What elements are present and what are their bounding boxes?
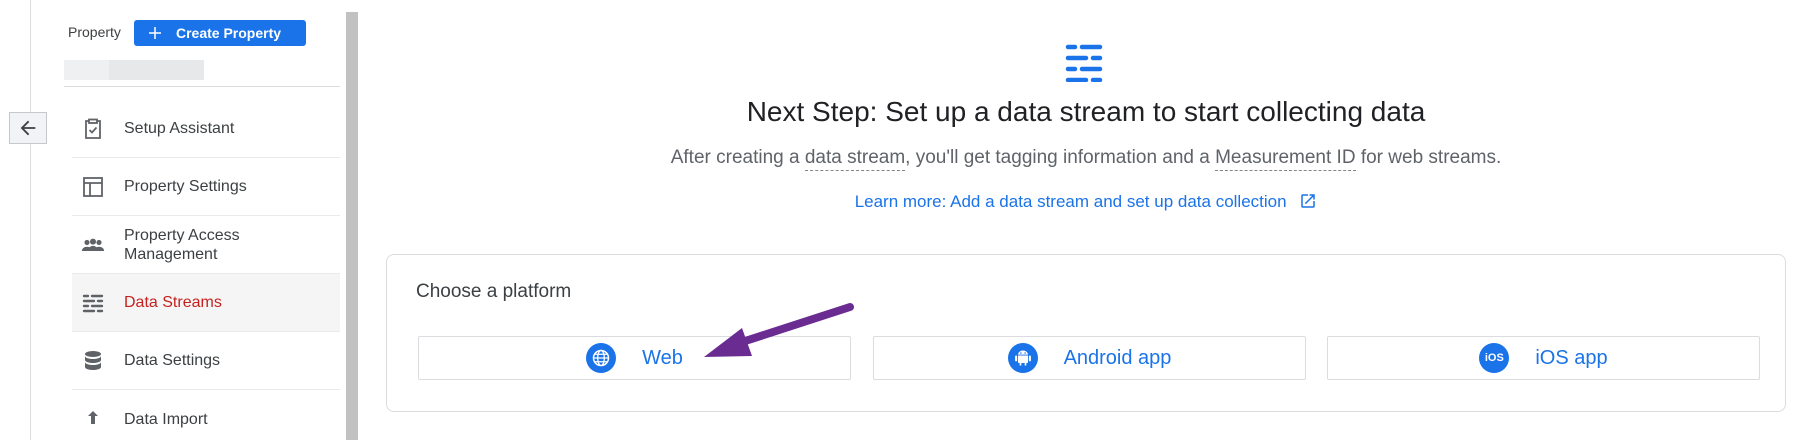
ios-platform-button[interactable]: iOS iOS app: [1327, 336, 1760, 380]
left-rail-divider: [30, 0, 31, 440]
nav-item-data-settings[interactable]: Data Settings: [72, 332, 340, 390]
nav-item-setup-assistant[interactable]: Setup Assistant: [72, 100, 340, 158]
nav-item-label: Data Streams: [124, 294, 222, 311]
page-title: Next Step: Set up a data stream to start…: [746, 96, 1426, 127]
platform-card: [386, 254, 1786, 412]
nav-item-label: Property Settings: [124, 178, 247, 195]
android-platform-button[interactable]: Android app: [873, 336, 1306, 380]
annotation-arrow: [704, 303, 854, 357]
page-subtitle: After creating a data stream, you'll get…: [384, 147, 1788, 171]
nav-item-label: Data Import: [124, 410, 208, 428]
database-icon: [81, 349, 105, 373]
nav-item-label: Property Access Management: [124, 226, 240, 263]
nav-item-property-settings[interactable]: Property Settings: [72, 158, 340, 216]
nav-item-data-streams[interactable]: Data Streams: [72, 274, 340, 332]
plus-icon: [149, 27, 161, 39]
nav-item-label: Setup Assistant: [124, 120, 235, 137]
property-label: Property: [68, 24, 121, 40]
data-stream-term[interactable]: data stream: [804, 147, 906, 171]
sidebar-divider: [64, 86, 340, 87]
nav-item-data-import[interactable]: Data Import: [72, 390, 340, 440]
people-icon: [81, 233, 105, 257]
subtitle-text: for web streams.: [1355, 147, 1502, 168]
nav-item-property-access-management[interactable]: Property Access Management: [72, 216, 340, 274]
arrow-left-icon: [20, 120, 36, 136]
create-property-button[interactable]: Create Property: [134, 20, 306, 46]
sidebar-scrollbar[interactable]: [346, 12, 358, 440]
globe-icon: [586, 343, 617, 373]
property-selector-placeholder[interactable]: [64, 60, 204, 80]
platform-card-title: Choose a platform: [416, 281, 572, 302]
create-property-label: Create Property: [176, 25, 282, 41]
back-button[interactable]: [9, 112, 47, 144]
android-icon: [1007, 343, 1038, 373]
data-streams-icon: [1065, 44, 1103, 82]
learn-more-label: Learn more: Add a data stream and set up…: [854, 192, 1287, 211]
layout-icon: [81, 175, 105, 199]
measurement-id-term[interactable]: Measurement ID: [1215, 147, 1356, 171]
learn-more-link[interactable]: Learn more: Add a data stream and set up…: [384, 192, 1788, 212]
web-platform-label: Web: [642, 346, 683, 369]
data-streams-icon: [81, 291, 105, 315]
external-link-icon: [1301, 194, 1316, 208]
android-platform-label: Android app: [1063, 346, 1172, 369]
ios-platform-label: iOS app: [1535, 346, 1608, 369]
subtitle-text: After creating a: [670, 147, 805, 168]
nav-item-label: Data Settings: [124, 352, 221, 369]
ios-icon: iOS: [1479, 343, 1510, 373]
clipboard-check-icon: [81, 117, 105, 141]
upload-icon: [81, 407, 105, 431]
subtitle-text: , you'll get tagging information and a: [905, 147, 1216, 168]
